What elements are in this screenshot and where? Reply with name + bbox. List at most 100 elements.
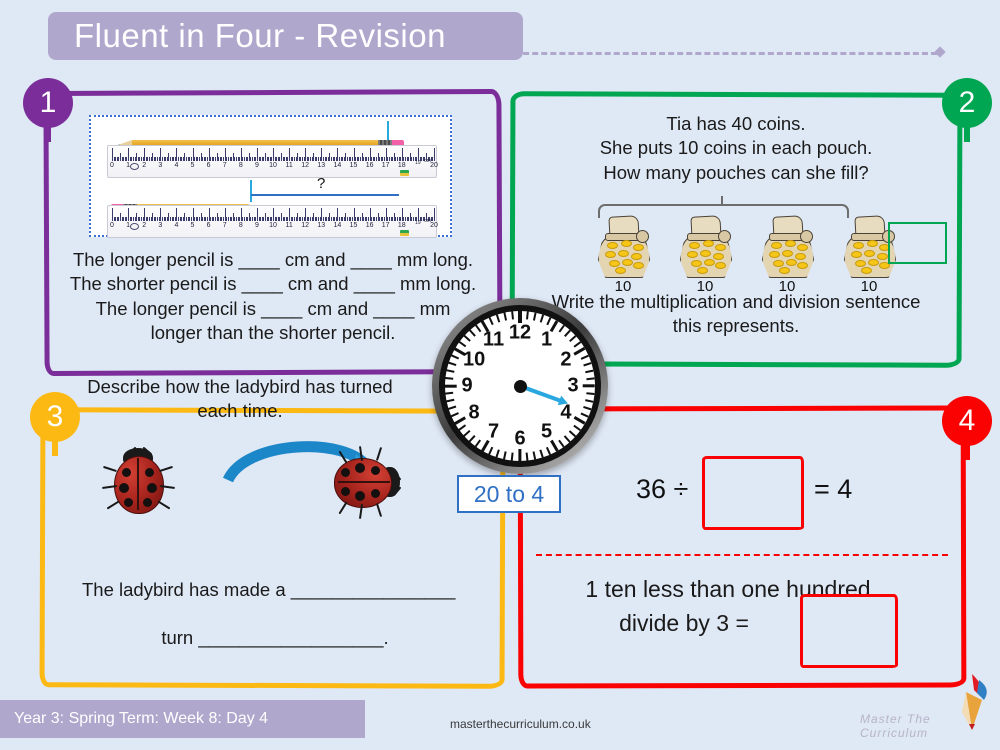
ruler-tick-label: 9 (254, 222, 259, 229)
coin-pouch-item: 10 (674, 215, 736, 295)
badge-1-number: 1 (39, 86, 57, 119)
panel-3-answer-prefix-2: turn (161, 627, 199, 648)
clock-minute-tick (488, 317, 494, 326)
clock-minute-tick (564, 435, 571, 443)
ruler-tick-label: 3 (158, 162, 163, 169)
clock-minute-tick (585, 399, 594, 403)
clock-time-text: 20 to 4 (473, 480, 545, 507)
footer-term-text: Year 3: Spring Term: Week 8: Day 4 (14, 710, 269, 727)
clock-minute-tick (558, 324, 565, 333)
clock-minute-tick (458, 341, 467, 348)
clock-minute-tick (526, 311, 529, 320)
clock-minute-tick (569, 430, 577, 437)
ruler-top-logo (400, 170, 409, 176)
clock-minute-tick (448, 405, 457, 410)
footer-website-url: masterthecurriculum.co.uk (450, 717, 591, 731)
ruler-tick-label: 17 (381, 222, 390, 229)
ruler-unit-long-pencil: 0 1 2 3 4 5 6 7 8 9 10 11 12 13 14 15 16 17 18 19 20 cm (91, 120, 454, 178)
question-4a-answer-box[interactable] (702, 456, 804, 530)
badge-3-number: 3 (46, 400, 64, 433)
long-pencil-end-marker (387, 121, 389, 140)
pouch-count-answer-box[interactable] (888, 222, 947, 264)
clock-minute-tick (511, 311, 514, 320)
clock-minute-tick (463, 335, 471, 342)
question-4a-right: = 4 (814, 474, 853, 504)
ruler-bottom-logo (400, 230, 409, 236)
panel-3-answer-blank-1[interactable]: ________________ (291, 579, 456, 600)
panel-1-line-4: longer than the shorter pencil. (150, 322, 396, 344)
ruler-unit-label: cm (424, 158, 431, 164)
ruler-bottom: 0 1 2 3 4 5 6 7 8 9 10 11 12 13 14 15 16 17 18 19 20 cm (107, 205, 438, 238)
clock-minute-tick (539, 314, 544, 323)
clock-minute-tick (488, 446, 494, 455)
ruler-tick-label: 17 (381, 162, 390, 169)
ruler-tick-label: 14 (333, 222, 342, 229)
ruler-tick-label: 2 (142, 162, 147, 169)
coin-pouch-item: 10 (756, 215, 818, 295)
section-badge-4: 4 (942, 396, 992, 460)
section-badge-1: 1 (23, 78, 73, 142)
ruler-tick-label: 15 (349, 162, 358, 169)
clock-minute-tick (451, 354, 460, 360)
short-pencil-end-marker (250, 180, 252, 202)
clock-hour-tick (573, 416, 586, 425)
clock-hour-number: 5 (540, 420, 553, 443)
ladybird-after-icon (330, 445, 404, 520)
panel-3-prompt-line-2: each time. (197, 400, 283, 422)
clock-hour-tick (573, 347, 586, 356)
ruler-tick-label: 4 (174, 162, 179, 169)
clock-minute-tick (496, 314, 501, 323)
clock-hour-tick (445, 384, 458, 388)
ruler-tick-label: 10 (269, 222, 277, 229)
brand-pencil-logo-icon (952, 672, 990, 734)
badge-2-number: 2 (958, 86, 976, 119)
clock-minute-tick (511, 452, 514, 461)
ruler-bottom-hole (130, 223, 139, 230)
ruler-tick-label: 7 (222, 222, 227, 229)
clock-minute-tick (503, 312, 507, 321)
ladybird-before-icon (101, 444, 176, 518)
clock-hour-number: 1 (540, 328, 553, 351)
ruler-tick-label: 0 (110, 222, 114, 229)
clock-minute-tick (585, 369, 594, 373)
ruler-tick-label: 7 (222, 162, 227, 169)
coin-pouch-icon (595, 215, 651, 278)
clock-minute-tick (580, 354, 589, 360)
clock-hour-number: 9 (461, 374, 473, 397)
clock-minute-tick (469, 435, 476, 443)
question-4b-answer-box[interactable] (800, 594, 898, 668)
clock-minute-tick (546, 317, 552, 326)
ruler-tick-label: 16 (365, 162, 374, 169)
panel-3-answer-blank-2[interactable]: __________________ (198, 627, 383, 648)
ruler-tick-label: 20 (430, 222, 438, 229)
ruler-tick-label: 2 (142, 222, 147, 229)
panel-3-prompt: Describe how the ladybird has turned eac… (60, 375, 420, 424)
gap-question-mark: ? (317, 175, 326, 192)
clock-minute-tick (496, 449, 501, 458)
panel-2-line-2: She puts 10 coins in each pouch. (599, 137, 873, 159)
ruler-tick-label: 14 (333, 162, 342, 169)
clock-minute-tick (583, 405, 592, 410)
panel-2-line-3: How many pouches can she fill? (603, 161, 869, 183)
ruler-tick-label: 12 (301, 222, 310, 229)
panel-2-question-text: Tia has 40 coins. She puts 10 coins in e… (520, 112, 952, 185)
panel-2-line-1: Tia has 40 coins. (666, 113, 806, 134)
clock-minute-tick (580, 412, 589, 418)
clock-hour-number: 10 (462, 348, 486, 370)
clock-minute-tick (569, 335, 577, 342)
ruler-tick-label: 13 (317, 162, 326, 169)
badge-4-number: 4 (958, 404, 976, 437)
ruler-tick-label: 13 (317, 222, 326, 229)
panel-1-line-3: The longer pencil is ____ cm and ____ mm (95, 297, 451, 319)
clock-minute-tick (546, 446, 552, 455)
section-badge-2: 2 (942, 78, 992, 142)
gap-measure-arrow (251, 194, 399, 196)
clock-minute-tick (458, 424, 467, 431)
ruler-tick-label: 11 (285, 162, 293, 169)
clock-minute-tick (573, 341, 582, 348)
clock-minute-tick (558, 439, 565, 448)
clock-hour-number: 2 (560, 348, 572, 370)
ruler-tick-label: 3 (158, 222, 163, 229)
clock-hour-tick (583, 384, 596, 388)
ruler-tick-label: 19 (415, 220, 421, 226)
